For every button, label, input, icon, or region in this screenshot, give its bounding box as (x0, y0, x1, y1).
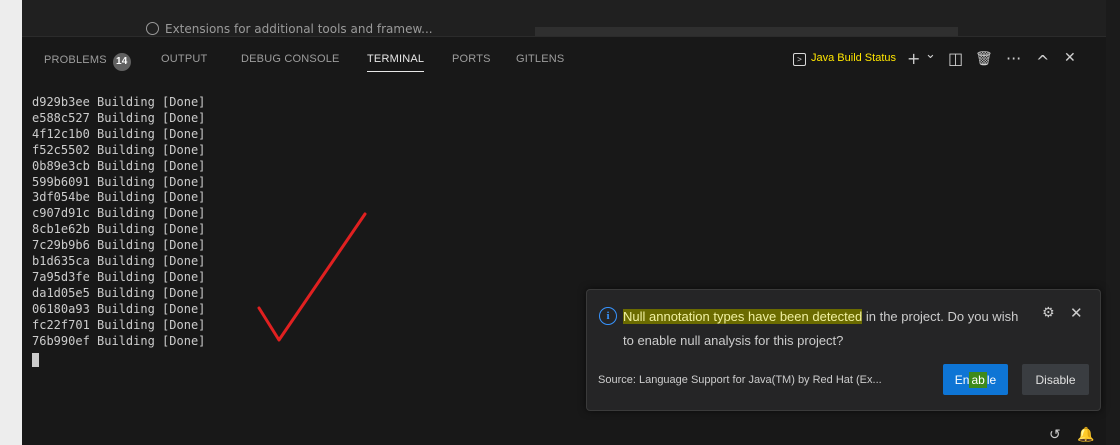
tab-debug-console[interactable]: DEBUG CONSOLE (241, 53, 340, 65)
java-build-status-button[interactable]: > Java Build Status (793, 52, 896, 66)
close-panel-icon[interactable]: ✕ (1064, 50, 1076, 66)
chevron-down-icon[interactable]: ⌄ (925, 47, 936, 62)
editor-scroll-region (535, 27, 958, 36)
enable-button[interactable]: En ab le (943, 364, 1008, 395)
panel-tab-bar: PROBLEMS 14 OUTPUT DEBUG CONSOLE TERMINAL… (22, 37, 1106, 81)
gear-icon[interactable]: ⚙ (1042, 305, 1055, 321)
terminal-line: 76b990ef Building [Done] (32, 333, 206, 348)
terminal-output[interactable]: d929b3ee Building [Done] e588c527 Buildi… (32, 95, 205, 371)
left-window-edge (0, 0, 22, 445)
notification-source: Source: Language Support for Java(TM) by… (598, 374, 882, 386)
terminal-line: 7c29b9b6 Building [Done] (32, 238, 206, 253)
notification-toast: i Null annotation types have been detect… (586, 289, 1101, 411)
tab-problems[interactable]: PROBLEMS 14 (44, 53, 131, 71)
terminal-icon: > (793, 53, 806, 66)
new-terminal-icon[interactable]: + (907, 49, 920, 68)
trash-icon[interactable]: 🗑 (975, 51, 993, 67)
history-icon[interactable]: ↺ (1049, 427, 1061, 443)
terminal-line: 3df054be Building [Done] (32, 190, 206, 205)
close-icon[interactable]: ✕ (1070, 304, 1083, 322)
split-terminal-icon[interactable]: ◫ (948, 49, 963, 68)
radio-icon (146, 22, 159, 35)
info-icon: i (599, 307, 617, 325)
bell-icon[interactable]: 🔔 (1077, 427, 1094, 443)
editor-list-item[interactable]: Extensions for additional tools and fram… (146, 22, 433, 36)
tab-terminal[interactable]: TERMINAL (367, 53, 425, 72)
terminal-line: f52c5502 Building [Done] (32, 142, 206, 157)
terminal-line: 599b6091 Building [Done] (32, 174, 206, 189)
terminal-line: 4f12c1b0 Building [Done] (32, 126, 206, 141)
problems-count-badge: 14 (112, 53, 131, 71)
terminal-line: d929b3ee Building [Done] (32, 95, 206, 109)
terminal-line: b1d635ca Building [Done] (32, 254, 206, 269)
terminal-line: e588c527 Building [Done] (32, 110, 206, 125)
terminal-line: da1d05e5 Building [Done] (32, 285, 206, 300)
terminal-line: 06180a93 Building [Done] (32, 301, 206, 316)
tab-output[interactable]: OUTPUT (161, 53, 207, 65)
terminal-line: fc22f701 Building [Done] (32, 317, 206, 332)
terminal-line: 0b89e3cb Building [Done] (32, 158, 206, 173)
terminal-line: c907d91c Building [Done] (32, 206, 206, 221)
terminal-line: 7a95d3fe Building [Done] (32, 269, 206, 284)
disable-button[interactable]: Disable (1022, 364, 1089, 395)
tab-ports[interactable]: PORTS (452, 53, 491, 65)
tab-gitlens[interactable]: GITLENS (516, 53, 564, 65)
more-actions-icon[interactable]: ··· (1006, 49, 1021, 68)
terminal-cursor (32, 352, 39, 367)
terminal-line: 8cb1e62b Building [Done] (32, 222, 206, 237)
right-window-edge (1106, 0, 1120, 445)
maximize-panel-icon[interactable]: ^ (1036, 52, 1049, 71)
notification-message: Null annotation types have been detected… (623, 309, 1019, 348)
status-bar (22, 431, 1106, 445)
red-checkmark-annotation (257, 212, 367, 342)
